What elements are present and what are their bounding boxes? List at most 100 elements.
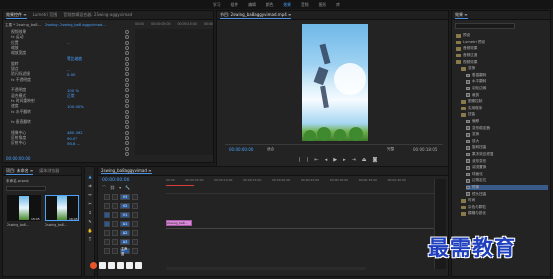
tab-project[interactable]: 项目: 未命名 ≡ — [6, 168, 34, 175]
tab-effects[interactable]: 效果 ≡ — [455, 12, 468, 19]
effect-item[interactable]: 果冻效应修复 — [466, 152, 548, 158]
track-header[interactable]: V3 — [98, 193, 138, 201]
project-search-input[interactable] — [6, 186, 46, 191]
selection-tool-icon[interactable]: ▲ — [87, 173, 93, 179]
effects-folder[interactable]: 扭曲 — [461, 112, 548, 118]
effects-folder[interactable]: 图像控制 — [461, 99, 548, 105]
track-label[interactable]: V2 — [120, 203, 130, 209]
track-target-button[interactable] — [104, 212, 110, 218]
mark-in-icon[interactable]: ⌊ — [299, 157, 301, 163]
effects-folder[interactable]: 模糊与锐化 — [461, 211, 548, 217]
lock-icon[interactable] — [112, 239, 118, 245]
track-header[interactable]: V2 — [98, 202, 138, 210]
workspace-item[interactable]: 组件 — [231, 2, 239, 8]
effect-item[interactable]: 旋转扭曲 — [466, 145, 548, 151]
track-header[interactable]: A3 — [98, 238, 138, 246]
eye-icon[interactable] — [132, 230, 138, 236]
program-timecode[interactable]: 00:00:00:00 — [229, 147, 253, 152]
track-header[interactable]: V1 — [98, 211, 138, 219]
workspace-item[interactable]: 学习 — [213, 2, 221, 8]
effect-item[interactable]: 羽化边缘 — [466, 86, 548, 92]
tab-program[interactable]: 节目: 2swing_ba8aggyvimad.mp4 ≡ — [220, 12, 292, 19]
program-scrub-bar[interactable] — [225, 144, 443, 145]
sogou-icon[interactable] — [90, 262, 97, 269]
track-target-button[interactable] — [104, 239, 110, 245]
eye-icon[interactable] — [132, 221, 138, 227]
tray-icon[interactable] — [99, 262, 106, 269]
go-to-in-icon[interactable]: ⇤ — [315, 157, 319, 163]
track-label[interactable]: A2 — [120, 230, 130, 236]
track-target-button[interactable] — [104, 194, 110, 200]
ec-timecode[interactable]: 00:00:00:00 — [6, 156, 30, 161]
go-to-out-icon[interactable]: ⇥ — [352, 157, 356, 163]
pen-tool-icon[interactable]: ✎ — [87, 218, 93, 224]
effect-item[interactable]: 球面化 — [466, 172, 548, 178]
lock-icon[interactable] — [112, 203, 118, 209]
resolution-dropdown[interactable]: 完整 — [387, 147, 394, 152]
slip-tool-icon[interactable]: ↕ — [87, 209, 93, 215]
eye-icon[interactable] — [132, 194, 138, 200]
type-tool-icon[interactable]: T — [87, 236, 93, 242]
track-select-icon[interactable]: ⇉ — [87, 182, 93, 188]
workspace-item[interactable]: 音频 — [301, 2, 309, 8]
tab-sequence[interactable]: 2swing_ba8aggyvimad ≡ — [101, 168, 152, 174]
track-target-button[interactable] — [104, 230, 110, 236]
track-label[interactable]: V3 — [120, 194, 130, 200]
tab-lumetri-scopes[interactable]: Lumetri 范围 — [33, 12, 58, 18]
workspace-item[interactable]: 图形 — [319, 2, 327, 8]
effect-item[interactable]: 湍流置换 — [466, 165, 548, 171]
workspace-item[interactable]: 库 — [336, 2, 340, 8]
effects-search-input[interactable] — [455, 23, 515, 29]
fit-dropdown[interactable]: 适合 — [267, 147, 274, 152]
razor-tool-icon[interactable]: ✂ — [87, 200, 93, 206]
effect-item[interactable]: 偏移 — [466, 119, 548, 125]
ripple-edit-icon[interactable]: ↔ — [87, 191, 93, 197]
eye-icon[interactable] — [132, 239, 138, 245]
track-header[interactable]: A2 — [98, 229, 138, 237]
effect-item[interactable]: 镜像 — [466, 184, 548, 191]
lock-icon[interactable] — [112, 248, 118, 254]
eye-icon[interactable] — [132, 212, 138, 218]
step-forward-icon[interactable]: ▸ — [343, 157, 346, 163]
wrench-icon[interactable]: 🔧 — [125, 185, 130, 191]
linked-icon[interactable]: ⛓ — [110, 185, 115, 191]
workspace-item[interactable]: 颜色 — [266, 2, 274, 8]
effects-folder[interactable]: 音频过渡 — [456, 53, 548, 59]
track-header[interactable]: A1 — [98, 220, 138, 228]
lock-icon[interactable] — [112, 194, 118, 200]
workspace-item[interactable]: 效果 — [283, 2, 291, 8]
track-target-button[interactable] — [104, 248, 110, 254]
lock-icon[interactable] — [112, 221, 118, 227]
tray-icon[interactable] — [117, 262, 124, 269]
timeline-scrollbar[interactable] — [166, 267, 366, 270]
tray-icon[interactable] — [135, 262, 142, 269]
hand-tool-icon[interactable]: ✋ — [87, 227, 93, 233]
reset-icon[interactable] — [125, 151, 129, 156]
workspace-item[interactable]: 编辑 — [248, 2, 256, 8]
effect-item[interactable]: 变形稳定器 — [466, 125, 548, 131]
tray-icon[interactable] — [108, 262, 115, 269]
lock-icon[interactable] — [112, 230, 118, 236]
track-label[interactable]: A3 — [120, 239, 130, 245]
effect-item[interactable]: 变换 — [466, 132, 548, 138]
effect-item[interactable]: 镜头扭曲 — [466, 191, 548, 197]
lift-icon[interactable]: ⏏ — [362, 157, 367, 163]
step-back-icon[interactable]: ◂ — [325, 157, 328, 163]
playhead-bar[interactable] — [166, 185, 194, 186]
track-label[interactable]: A1 — [120, 221, 130, 227]
tab-audio-mixer[interactable]: 音频剪辑混合器: 2Swing-aggyvimad — [63, 12, 132, 18]
effect-item[interactable]: 水平翻转 — [466, 79, 548, 85]
tab-effect-controls[interactable]: 效果控件 ≡ — [6, 12, 27, 19]
track-target-button[interactable] — [104, 221, 110, 227]
effect-item[interactable]: 裁剪 — [466, 92, 548, 98]
track-label[interactable]: V1 — [120, 212, 130, 218]
timeline-ruler[interactable]: 00:00 00:00:05:00 00:00:10:00 00:00:15:00 00… — [166, 178, 406, 184]
effects-folder[interactable]: 杂色与颗粒 — [461, 205, 548, 211]
effect-item[interactable]: 垂直翻转 — [466, 73, 548, 79]
effects-folder[interactable]: 实用程序 — [461, 106, 548, 112]
timeline-timecode[interactable]: 00:00:00:00 — [102, 178, 129, 183]
play-icon[interactable]: ▶ — [333, 157, 337, 163]
lock-icon[interactable] — [112, 212, 118, 218]
track-label[interactable]: 主声道 — [120, 247, 130, 256]
eye-icon[interactable] — [132, 248, 138, 254]
